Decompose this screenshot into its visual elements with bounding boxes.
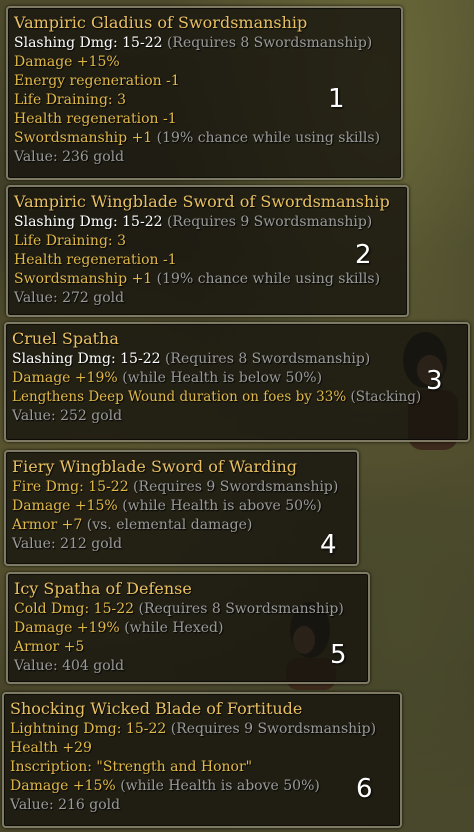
item-title: Shocking Wicked Blade of Fortitude — [10, 699, 303, 718]
item-value: Value: 216 gold — [10, 797, 121, 813]
item-value: Value: 212 gold — [12, 536, 123, 552]
item-stat: Armor +7 (vs. elemental damage) — [12, 517, 253, 533]
item-value: Value: 236 gold — [14, 149, 125, 165]
item-stat: Swordsmanship +1 (19% chance while using… — [14, 271, 381, 287]
item-number-label: 1 — [328, 84, 345, 114]
item-value: Value: 404 gold — [14, 658, 125, 674]
item-title: Cruel Spatha — [12, 329, 119, 348]
item-number-label: 5 — [330, 640, 347, 670]
item-title: Vampiric Wingblade Sword of Swordsmanshi… — [14, 192, 390, 211]
item-stat: Health +29 — [10, 740, 92, 756]
item-stat: Damage +15% (while Health is above 50%) — [10, 778, 320, 794]
item-stat: Lengthens Deep Wound duration on foes by… — [12, 389, 422, 405]
item-title: Vampiric Gladius of Swordsmanship — [14, 13, 308, 32]
item-number-label: 3 — [426, 366, 443, 396]
item-stat: Inscription: "Strength and Honor" — [10, 759, 253, 775]
item-stat: Damage +19% (while Health is below 50%) — [12, 370, 323, 386]
item-stat: Damage +15% — [14, 54, 120, 70]
item-tooltip-2: Vampiric Wingblade Sword of Swordsmanshi… — [6, 185, 409, 317]
item-value: Value: 252 gold — [12, 408, 123, 424]
item-number-label: 6 — [356, 774, 373, 804]
item-tooltip-4: Fiery Wingblade Sword of Warding Fire Dm… — [4, 450, 359, 566]
item-title: Fiery Wingblade Sword of Warding — [12, 457, 298, 476]
item-stat: Damage +19% (while Hexed) — [14, 620, 224, 636]
item-title: Icy Spatha of Defense — [14, 579, 192, 598]
item-stat: Cold Dmg: 15-22 (Requires 8 Swordsmanshi… — [14, 601, 344, 617]
item-stat: Lightning Dmg: 15-22 (Requires 9 Swordsm… — [10, 721, 377, 737]
item-tooltip-5: Icy Spatha of Defense Cold Dmg: 15-22 (R… — [6, 572, 370, 684]
item-stat: Swordsmanship +1 (19% chance while using… — [14, 130, 381, 146]
item-stat: Slashing Dmg: 15-22 (Requires 8 Swordsma… — [14, 35, 373, 51]
item-stat: Life Draining: 3 — [14, 233, 126, 249]
item-value: Value: 272 gold — [14, 290, 125, 306]
item-stat: Slashing Dmg: 15-22 (Requires 9 Swordsma… — [14, 214, 373, 230]
item-stat: Fire Dmg: 15-22 (Requires 9 Swordsmanshi… — [12, 479, 339, 495]
item-number-label: 4 — [320, 530, 337, 560]
item-stat: Damage +15% (while Health is above 50%) — [12, 498, 322, 514]
item-stat: Health regeneration -1 — [14, 252, 177, 268]
item-tooltip-6: Shocking Wicked Blade of Fortitude Light… — [2, 692, 402, 828]
item-stat: Slashing Dmg: 15-22 (Requires 8 Swordsma… — [12, 351, 371, 367]
item-stat: Armor +5 — [14, 639, 85, 655]
item-number-label: 2 — [355, 240, 372, 270]
item-tooltip-3: Cruel Spatha Slashing Dmg: 15-22 (Requir… — [4, 322, 470, 442]
